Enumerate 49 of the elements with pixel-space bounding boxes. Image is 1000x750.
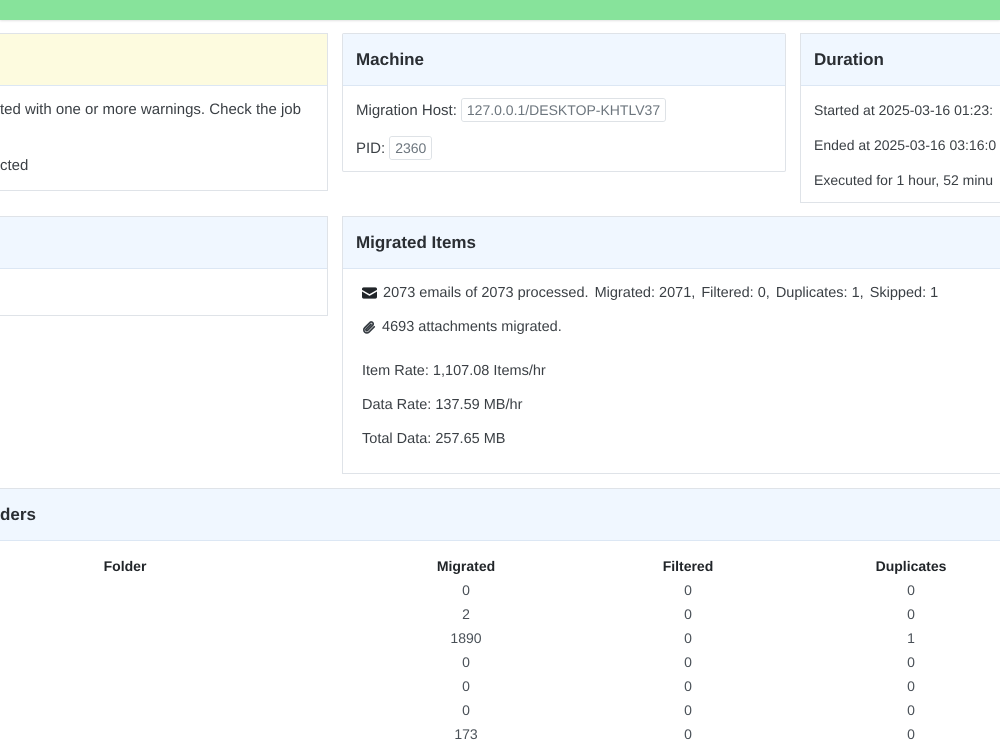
- table-cell-text: 1: [906, 629, 916, 648]
- column-header: Filtered: [662, 557, 714, 576]
- table-cell-text: 0: [906, 701, 916, 720]
- rate-text: Total Data: 257.65 MB: [362, 430, 506, 449]
- table-cell-text: 1890: [449, 629, 483, 648]
- table-cell-text: 0: [461, 677, 471, 696]
- field-value: 2360: [389, 136, 432, 160]
- table-cell-text: 0: [461, 581, 471, 600]
- message-text: ted with one or more warnings. Check the job: [0, 100, 301, 120]
- column-header: Migrated: [436, 557, 496, 576]
- table-cell-text: 0: [683, 677, 693, 696]
- rate-text: Item Rate: 1,107.08 Items/hr: [362, 362, 546, 381]
- rate-text: Data Rate: 137.59 MB/hr: [362, 396, 522, 415]
- table-cell-text: 0: [906, 725, 916, 744]
- paperclip-icon: [362, 320, 376, 334]
- panel-title: Duration: [814, 50, 884, 70]
- column-header: Folder: [102, 557, 148, 576]
- attachments-text: 4693 attachments migrated.: [382, 319, 562, 335]
- duration-text: Started at 2025-03-16 01:23:: [814, 101, 994, 120]
- table-cell-text: 0: [683, 725, 693, 744]
- duration-text: Executed for 1 hour, 52 minu: [814, 171, 993, 190]
- table-cell-text: 0: [906, 605, 916, 624]
- table-cell-text: 0: [683, 629, 693, 648]
- field-label: Migration Host:: [356, 102, 457, 118]
- table-cell-text: 2: [461, 605, 471, 624]
- table-cell-text: 0: [461, 653, 471, 672]
- email-stat: Skipped: 1: [870, 285, 938, 301]
- duration-text: Ended at 2025-03-16 03:16:0: [814, 136, 996, 155]
- panel-title: ders: [0, 504, 36, 524]
- panel-title: Machine: [356, 50, 424, 70]
- email-stat: 2073 emails of 2073 processed.: [383, 285, 589, 301]
- email-stat: Migrated: 2071,: [594, 285, 696, 301]
- field-label: PID:: [356, 140, 386, 156]
- field-value: 127.0.0.1/DESKTOP-KHTLV37: [460, 98, 666, 122]
- column-header: Duplicates: [874, 557, 948, 576]
- table-cell-text: 173: [453, 725, 479, 744]
- table-cell-text: 0: [461, 701, 471, 720]
- email-stat: Duplicates: 1,: [776, 285, 864, 301]
- panel-title: Migrated Items: [356, 232, 476, 252]
- table-cell-text: 0: [683, 701, 693, 720]
- table-cell-text: 0: [683, 605, 693, 624]
- table-cell-text: 0: [906, 677, 916, 696]
- envelope-icon: [362, 287, 377, 299]
- table-cell-text: 0: [906, 581, 916, 600]
- table-cell-text: 0: [683, 653, 693, 672]
- table-cell-text: 0: [683, 581, 693, 600]
- email-stat: Filtered: 0,: [701, 285, 770, 301]
- message-text: cted: [0, 156, 28, 176]
- table-cell-text: 0: [906, 653, 916, 672]
